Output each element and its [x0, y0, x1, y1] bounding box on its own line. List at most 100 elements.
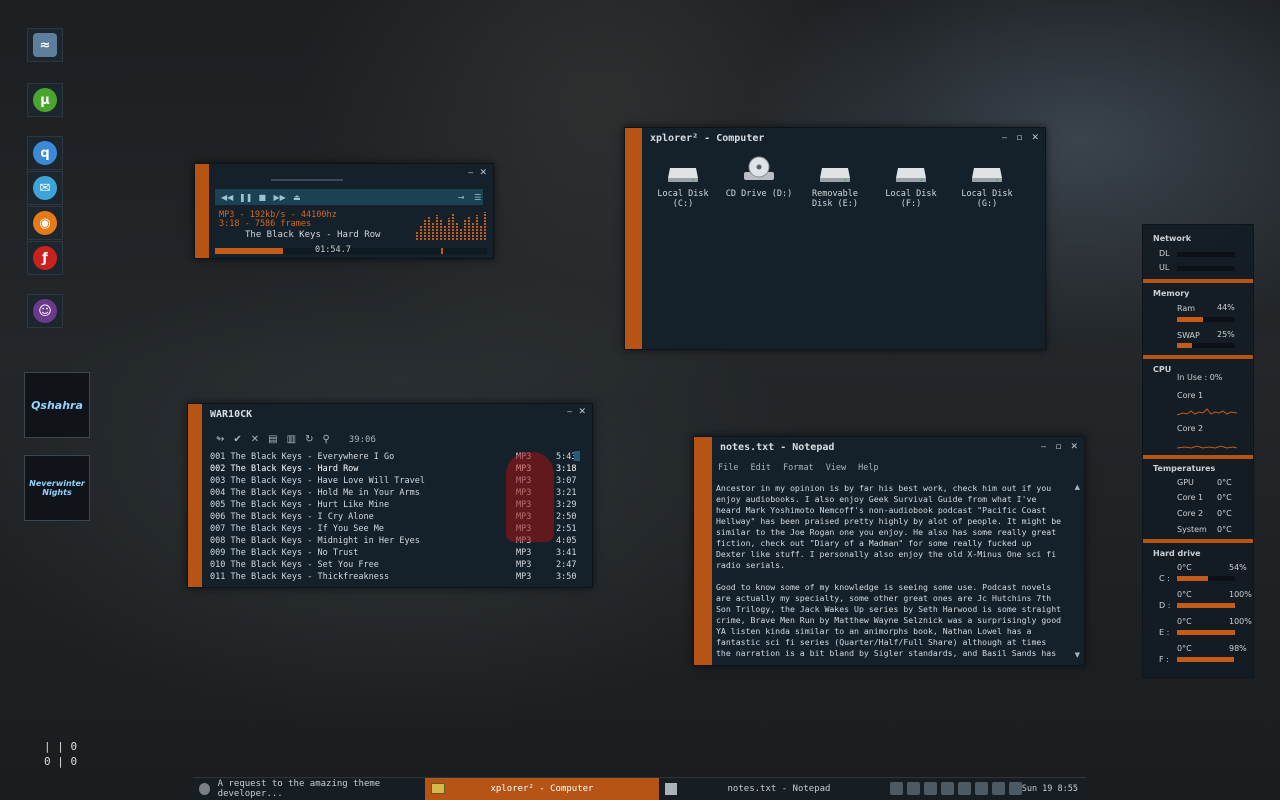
scroll-up-icon[interactable]: ▲ — [1075, 483, 1080, 491]
tray-xm-icon[interactable] — [924, 782, 937, 795]
playlist-row[interactable]: 011 The Black Keys - Thickfreakness MP3 3:… — [210, 571, 580, 583]
playlist-scrollbar[interactable] — [574, 451, 580, 461]
stop-button[interactable]: ■ — [257, 193, 268, 202]
temp-gpu-label: GPU — [1177, 478, 1194, 487]
dock-shark-icon[interactable]: ≈ — [27, 28, 63, 62]
game-tile-neverwinter[interactable]: Neverwinter Nights — [24, 455, 90, 521]
next-button[interactable]: ▶▶ — [274, 193, 286, 202]
notepad-titlebar[interactable]: notes.txt - Notepad — [712, 437, 1084, 457]
tray-volume-icon[interactable] — [1009, 782, 1022, 795]
explorer-titlebar[interactable]: xplorer² - Computer — [642, 128, 1045, 148]
remove-icon[interactable]: ✕ — [251, 434, 259, 445]
winamp-seek-bar[interactable] — [215, 248, 487, 254]
playlist-row-num: 006 — [210, 512, 226, 522]
dock-flash-icon[interactable]: ƒ — [27, 241, 63, 275]
dock-game-alien-icon[interactable]: ☺ — [27, 294, 63, 328]
taskbar-item-browser[interactable]: A request to the amazing theme developer… — [193, 778, 425, 800]
menu-help[interactable]: Help — [858, 463, 878, 473]
taskbar-item-explorer[interactable]: xplorer² - Computer — [425, 778, 659, 800]
tray-monitor-icon[interactable] — [907, 782, 920, 795]
minimize-button[interactable]: ‒ — [567, 407, 573, 417]
winamp-controls: ◀◀ ❚❚ ■ ▶▶ ⏏ → ☰ — [215, 189, 483, 205]
temps-heading: Temperatures — [1153, 464, 1216, 473]
ram-bar-fill — [1177, 317, 1203, 322]
dock-qbittorrent-icon[interactable]: q — [27, 136, 63, 170]
network-ul-bar — [1177, 266, 1235, 271]
menu-view[interactable]: View — [826, 463, 846, 473]
explorer-window[interactable]: xplorer² - Computer ‒ ▫ ✕ Local Disk (C:… — [624, 127, 1046, 350]
menu-format[interactable]: Format — [783, 463, 814, 473]
tray-disk-icon[interactable] — [958, 782, 971, 795]
playlist-toggle-button[interactable]: ☰ — [473, 193, 484, 202]
save-icon[interactable]: ▤ — [268, 434, 277, 445]
winamp-frames: 3:18 - 7586 frames — [219, 219, 312, 229]
close-button[interactable]: ✕ — [1070, 442, 1078, 452]
drive-item[interactable]: Removable Disk (E:) — [801, 156, 869, 209]
maximize-button[interactable]: ▫ — [1055, 442, 1061, 452]
pause-button[interactable]: ❚❚ — [239, 193, 252, 202]
dock-utorrent-icon[interactable]: µ — [27, 83, 63, 117]
shuffle-button[interactable]: → — [456, 193, 467, 202]
visualizer-bar — [480, 225, 482, 240]
explorer-window-controls: ‒ ▫ ✕ — [1002, 133, 1039, 143]
section-separator — [1143, 279, 1253, 283]
winamp-volume-marker[interactable] — [441, 248, 443, 254]
refresh-icon[interactable]: ↻ — [305, 434, 313, 445]
tray-drop-icon[interactable] — [941, 782, 954, 795]
drive-item[interactable]: Local Disk (F:) — [877, 156, 945, 209]
harddrive-letter: D : — [1159, 601, 1171, 610]
harddrive-temp: 0°C — [1177, 563, 1192, 572]
stats-icon[interactable]: ▥ — [287, 434, 296, 445]
playlist-row[interactable]: 010 The Black Keys - Set You Free MP3 2:47 — [210, 559, 580, 571]
tray-network-icon[interactable] — [992, 782, 1005, 795]
search-icon[interactable]: ⚲ — [322, 434, 329, 445]
drive-item[interactable]: CD Drive (D:) — [725, 156, 793, 209]
eject-button[interactable]: ⏏ — [292, 193, 303, 202]
drive-label: Local Disk (C:) — [657, 189, 709, 209]
winamp-visualizer — [416, 210, 486, 240]
minimize-button[interactable]: ‒ — [1041, 442, 1047, 452]
swap-label: SWAP — [1177, 331, 1200, 340]
close-button[interactable]: ✕ — [578, 407, 586, 417]
playlist-titlebar[interactable]: WAR10CK — [202, 404, 592, 424]
visualizer-bar — [484, 212, 486, 240]
menu-file[interactable]: File — [718, 463, 738, 473]
tray-keyboard-icon[interactable] — [890, 782, 903, 795]
menu-edit[interactable]: Edit — [750, 463, 770, 473]
core1-graph — [1177, 408, 1237, 416]
taskbar-item-notepad[interactable]: notes.txt - Notepad — [659, 778, 899, 800]
harddrive-bar — [1177, 603, 1235, 608]
playlist-row-title: The Black Keys - Set You Free — [230, 560, 379, 570]
playlist-row[interactable]: 009 The Black Keys - No Trust MP3 3:41 — [210, 547, 580, 559]
explorer-title: xplorer² - Computer — [650, 132, 765, 144]
game-tile-qshahra-logo: Qshahra — [31, 398, 83, 412]
scroll-down-icon[interactable]: ▼ — [1075, 651, 1080, 659]
drive-item[interactable]: Local Disk (C:) — [649, 156, 717, 209]
playlist-window[interactable]: WAR10CK ‒ ✕ ↬ ✔ ✕ ▤ ▥ ↻ ⚲ 39:06 001 The … — [187, 403, 593, 588]
temp-system-value: 0°C — [1217, 525, 1232, 534]
playlist-row-duration: 2:47 — [556, 560, 577, 570]
tray-music-icon[interactable] — [975, 782, 988, 795]
dock-messenger-icon[interactable]: ✉ — [27, 171, 63, 205]
game-tile-qshahra[interactable]: Qshahra — [24, 372, 90, 438]
close-button[interactable]: ✕ — [1031, 133, 1039, 143]
notepad-text-area[interactable]: Ancestor in my opinion is by far his bes… — [716, 483, 1062, 659]
playlist-row-num: 002 — [210, 464, 226, 474]
playlist-row-duration: 2:51 — [556, 524, 577, 534]
dock-firefox-icon[interactable]: ◉ — [27, 206, 63, 240]
close-button[interactable]: ✕ — [479, 168, 487, 178]
winamp-window[interactable]: ‒ ✕ ◀◀ ❚❚ ■ ▶▶ ⏏ → ☰ MP3 - 192kb/s - 441… — [194, 163, 494, 259]
prev-button[interactable]: ◀◀ — [221, 193, 233, 202]
repeat-icon[interactable]: ↬ — [216, 434, 224, 445]
minimize-button[interactable]: ‒ — [1002, 133, 1008, 143]
minimize-button[interactable]: ‒ — [468, 168, 474, 178]
playlist-row-format: MP3 — [516, 548, 532, 558]
network-dl-bar — [1177, 252, 1235, 257]
winamp-drag-handle[interactable] — [271, 179, 343, 181]
system-tray — [890, 782, 1022, 795]
notepad-window[interactable]: notes.txt - Notepad ‒ ▫ ✕ File Edit Form… — [693, 436, 1085, 666]
drive-item[interactable]: Local Disk (G:) — [953, 156, 1021, 209]
winamp-window-controls: ‒ ✕ — [468, 168, 487, 178]
select-icon[interactable]: ✔ — [233, 434, 241, 445]
maximize-button[interactable]: ▫ — [1016, 133, 1022, 143]
